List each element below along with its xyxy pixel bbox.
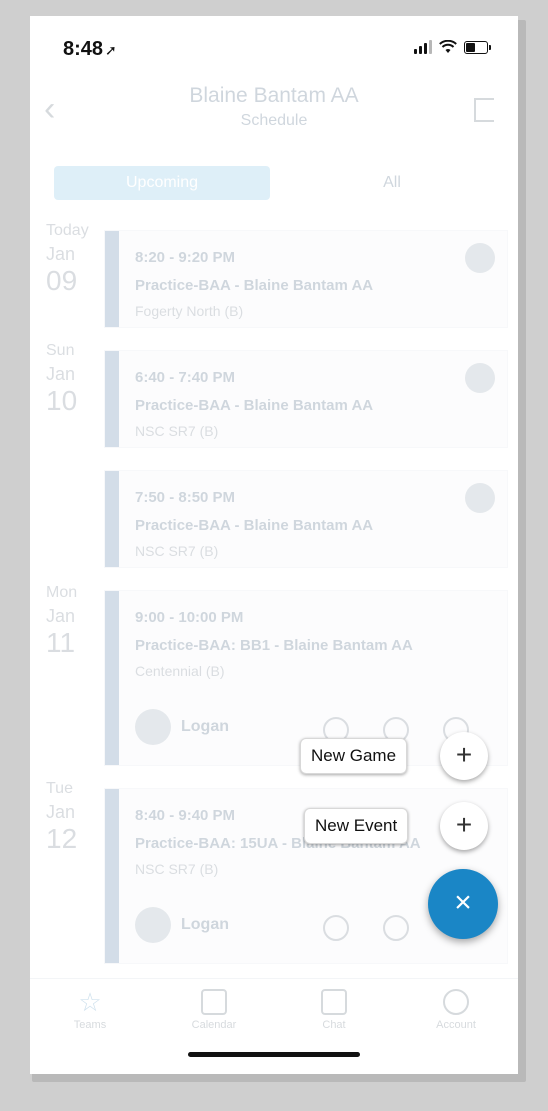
avatar bbox=[135, 709, 171, 745]
calendar-icon bbox=[201, 989, 227, 1015]
event-location: NSC SR7 (B) bbox=[135, 543, 219, 559]
tab-account[interactable]: Account bbox=[426, 989, 486, 1031]
member-row: Logan bbox=[135, 907, 229, 943]
home-indicator bbox=[188, 1052, 360, 1057]
star-icon: ☆ bbox=[78, 987, 102, 1017]
day-number: 11 bbox=[46, 627, 76, 658]
team-logo-icon bbox=[465, 363, 495, 393]
event-card[interactable]: 8:20 - 9:20 PM Practice-BAA - Blaine Ban… bbox=[104, 230, 508, 328]
event-title: Practice-BAA - Blaine Bantam AA bbox=[135, 397, 374, 414]
event-location: NSC SR7 (B) bbox=[135, 423, 219, 439]
date-mon: Mon Jan 11 bbox=[46, 584, 77, 659]
tab-upcoming[interactable]: Upcoming bbox=[54, 166, 270, 200]
tab-teams[interactable]: ☆ Teams bbox=[60, 989, 120, 1031]
date-sun: Sun Jan 10 bbox=[46, 342, 77, 417]
month: Jan bbox=[46, 364, 76, 384]
date-today: Today Jan 09 bbox=[46, 222, 89, 297]
event-time: 6:40 - 7:40 PM bbox=[135, 369, 236, 386]
event-title: Practice-BAA: BB1 - Blaine Bantam AA bbox=[135, 637, 413, 654]
new-game-button[interactable]: + bbox=[440, 732, 488, 780]
schedule-tabs: Upcoming All bbox=[54, 166, 494, 200]
event-title: Practice-BAA - Blaine Bantam AA bbox=[135, 277, 374, 294]
event-time: 8:20 - 9:20 PM bbox=[135, 249, 236, 266]
event-color-bar bbox=[105, 789, 119, 963]
team-title: Blaine Bantam AA bbox=[189, 84, 359, 107]
event-time: 7:50 - 8:50 PM bbox=[135, 489, 236, 506]
day-number: 10 bbox=[46, 385, 78, 416]
nav-header: ‹ Blaine Bantam AA Schedule bbox=[30, 72, 518, 146]
event-location: Fogerty North (B) bbox=[135, 303, 244, 319]
bottom-tab-bar: ☆ Teams Calendar Chat Account bbox=[30, 978, 518, 1043]
team-logo-icon bbox=[465, 483, 495, 513]
month: Jan bbox=[46, 606, 76, 626]
tab-label: Calendar bbox=[191, 1019, 237, 1031]
member-name: Logan bbox=[181, 718, 229, 735]
event-color-bar bbox=[105, 591, 119, 765]
status-time: 8:48 ➚ bbox=[63, 38, 117, 61]
page-subtitle: Schedule bbox=[240, 112, 308, 129]
wifi-icon bbox=[439, 40, 457, 53]
tab-label: Chat bbox=[322, 1019, 346, 1031]
tab-all[interactable]: All bbox=[290, 166, 494, 200]
chat-icon bbox=[321, 989, 347, 1015]
event-card[interactable]: 7:50 - 8:50 PM Practice-BAA - Blaine Ban… bbox=[104, 470, 508, 568]
day-of-week: Sun bbox=[46, 342, 75, 359]
event-color-bar bbox=[105, 231, 119, 327]
day-number: 09 bbox=[46, 265, 78, 296]
account-icon bbox=[443, 989, 469, 1015]
event-location: Centennial (B) bbox=[135, 663, 225, 679]
rsvp-maybe-icon[interactable] bbox=[383, 915, 409, 941]
event-location: NSC SR7 (B) bbox=[135, 861, 219, 877]
event-color-bar bbox=[105, 471, 119, 567]
exit-icon[interactable] bbox=[474, 98, 494, 122]
tab-label: Account bbox=[436, 1019, 476, 1031]
new-event-button[interactable]: + bbox=[440, 802, 488, 850]
month: Jan bbox=[46, 244, 76, 264]
clock: 8:48 bbox=[63, 38, 104, 60]
member-row: Logan bbox=[135, 709, 229, 745]
location-arrow-icon: ➚ bbox=[105, 42, 117, 58]
event-time: 8:40 - 9:40 PM bbox=[135, 807, 236, 824]
phone-screen: 8:48 ➚ ‹ Blaine Bantam AA Schedule Upcomi… bbox=[30, 16, 518, 1074]
rsvp-yes-icon[interactable] bbox=[323, 915, 349, 941]
close-fab-button[interactable]: × bbox=[428, 869, 498, 939]
day-of-week: Today bbox=[46, 222, 89, 239]
new-game-label[interactable]: New Game bbox=[300, 738, 408, 774]
tab-calendar[interactable]: Calendar bbox=[184, 989, 244, 1031]
team-logo-icon bbox=[465, 243, 495, 273]
tab-label: Teams bbox=[73, 1019, 107, 1031]
month: Jan bbox=[46, 802, 76, 822]
avatar bbox=[135, 907, 171, 943]
battery-icon bbox=[464, 40, 491, 54]
day-number: 12 bbox=[46, 823, 78, 854]
signal-icon bbox=[414, 40, 432, 54]
event-time: 9:00 - 10:00 PM bbox=[135, 609, 244, 626]
event-card[interactable]: 6:40 - 7:40 PM Practice-BAA - Blaine Ban… bbox=[104, 350, 508, 448]
status-bar: 8:48 ➚ bbox=[30, 16, 518, 76]
tab-chat[interactable]: Chat bbox=[304, 989, 364, 1031]
event-color-bar bbox=[105, 351, 119, 447]
event-title: Practice-BAA - Blaine Bantam AA bbox=[135, 517, 374, 534]
new-event-label[interactable]: New Event bbox=[304, 808, 409, 844]
member-name: Logan bbox=[181, 916, 229, 933]
day-of-week: Mon bbox=[46, 584, 78, 601]
date-tue: Tue Jan 12 bbox=[46, 780, 77, 855]
day-of-week: Tue bbox=[46, 780, 73, 797]
status-icons bbox=[414, 40, 491, 54]
